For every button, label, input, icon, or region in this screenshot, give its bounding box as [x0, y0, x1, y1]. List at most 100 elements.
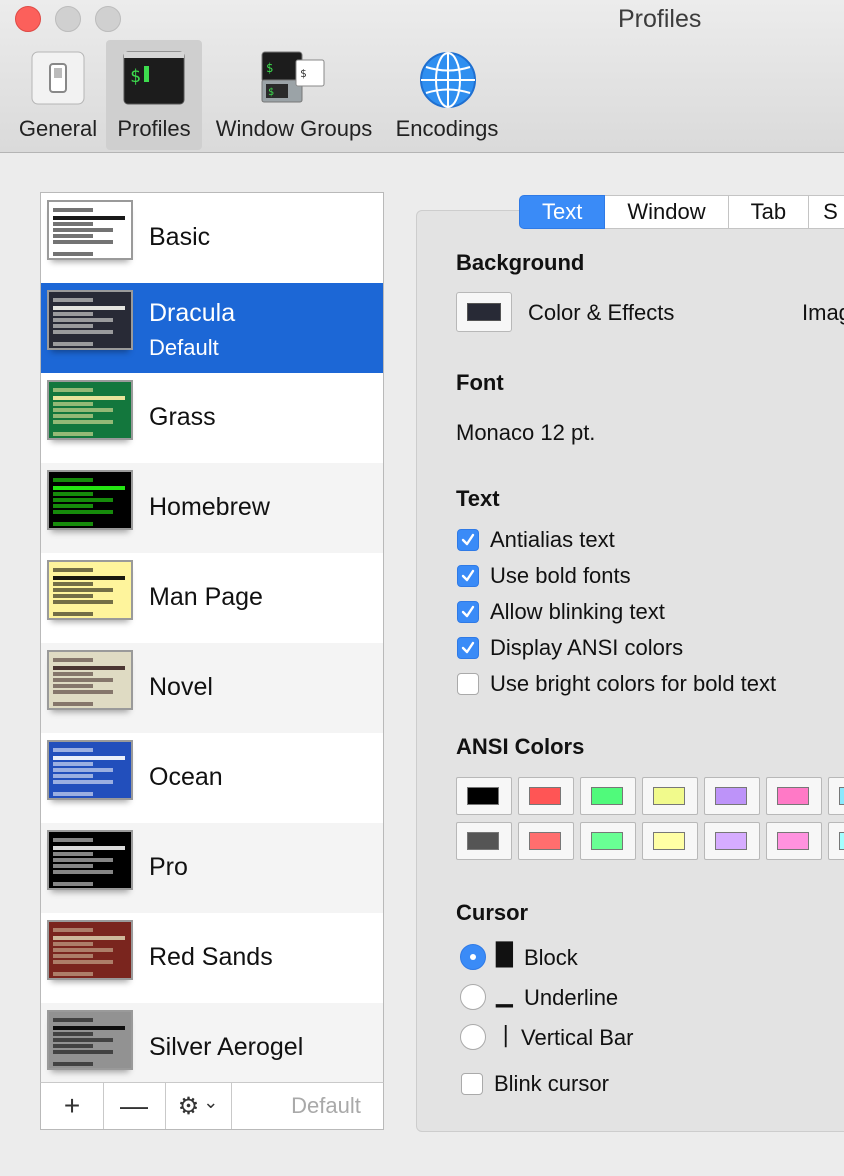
toolbar-window-groups[interactable]: $ $ $ Window Groups: [208, 40, 380, 150]
tab-shell[interactable]: S: [809, 195, 844, 229]
profile-row[interactable]: Homebrew: [41, 463, 383, 553]
text-option-label: Antialias text: [490, 527, 615, 552]
ansi-colors-heading: ANSI Colors: [456, 734, 585, 759]
profile-preview-thumbnail: [47, 920, 133, 980]
profile-preview-thumbnail: [47, 1010, 133, 1070]
profile-name: Red Sands: [149, 943, 273, 971]
profile-row[interactable]: Red Sands: [41, 913, 383, 1003]
profile-preview-thumbnail: [47, 200, 133, 260]
profile-row[interactable]: Man Page: [41, 553, 383, 643]
blink-cursor-checkbox[interactable]: [461, 1073, 483, 1095]
ansi-color-swatch: [839, 787, 844, 805]
profile-row[interactable]: Dracula Default: [41, 283, 383, 373]
toolbar-encodings[interactable]: Encodings: [388, 40, 506, 150]
cursor-style-radio[interactable]: [460, 1024, 486, 1050]
tab-window[interactable]: Window: [605, 195, 729, 229]
window-groups-icon: $ $ $: [261, 51, 325, 103]
cursor-style-preview-icon: █: [496, 943, 513, 968]
font-heading: Font: [456, 370, 504, 395]
profile-row[interactable]: Novel: [41, 643, 383, 733]
profile-name: Man Page: [149, 583, 263, 611]
cursor-style-label: Underline: [524, 985, 619, 1010]
profile-row[interactable]: Pro: [41, 823, 383, 913]
text-option-checkbox[interactable]: [457, 565, 479, 587]
profile-actions-button[interactable]: ⚙ ⌄: [165, 1083, 232, 1129]
ansi-color-swatch: [777, 787, 809, 805]
cursor-style-radio[interactable]: [460, 984, 486, 1010]
close-window-button[interactable]: [15, 6, 41, 32]
zoom-window-button[interactable]: [95, 6, 121, 32]
ansi-color-well-bright[interactable]: [456, 822, 512, 860]
ansi-color-swatch: [839, 832, 844, 850]
text-option-checkbox[interactable]: [457, 601, 479, 623]
ansi-color-well-bright[interactable]: [580, 822, 636, 860]
checkmark-icon: [461, 641, 475, 654]
ansi-color-well-normal[interactable]: [828, 777, 844, 815]
checkmark-icon: [461, 605, 475, 618]
text-option-label: Use bright colors for bold text: [490, 671, 777, 696]
minimize-window-button[interactable]: [55, 6, 81, 32]
ansi-color-swatch: [715, 832, 747, 850]
profile-row[interactable]: Grass: [41, 373, 383, 463]
tab-tab[interactable]: Tab: [728, 195, 810, 229]
text-option-label: Use bold fonts: [490, 563, 631, 588]
general-switch-icon: [31, 51, 85, 105]
profile-name: Dracula: [149, 299, 236, 327]
profile-name: Pro: [149, 853, 188, 881]
text-option-checkbox[interactable]: [457, 673, 479, 695]
ansi-color-well-bright[interactable]: [766, 822, 822, 860]
window-title: Profiles: [618, 5, 702, 33]
svg-text:$: $: [130, 66, 141, 87]
text-option-label: Display ANSI colors: [490, 635, 684, 660]
add-profile-button[interactable]: +: [41, 1083, 104, 1129]
blink-cursor-label: Blink cursor: [494, 1071, 609, 1096]
remove-profile-button[interactable]: —: [103, 1083, 166, 1129]
ansi-color-swatch: [529, 832, 561, 850]
text-option-checkbox[interactable]: [457, 529, 479, 551]
toolbar-encodings-label: Encodings: [395, 116, 499, 141]
ansi-color-well-normal[interactable]: [518, 777, 574, 815]
toolbar-profiles[interactable]: $ Profiles: [106, 40, 202, 150]
ansi-color-well-normal[interactable]: [766, 777, 822, 815]
ansi-color-well-bright[interactable]: [642, 822, 698, 860]
profile-row[interactable]: Ocean: [41, 733, 383, 823]
text-option-label: Allow blinking text: [490, 599, 665, 624]
profiles-list[interactable]: Basic Dracula Default Grass Homebrew Man Page…: [40, 192, 384, 1084]
ansi-color-well-bright[interactable]: [828, 822, 844, 860]
font-value: Monaco 12 pt.: [456, 420, 596, 445]
profiles-terminal-icon: $: [123, 51, 185, 105]
profile-name: Homebrew: [149, 493, 270, 521]
title-bar: Profiles General $ Profiles $ $ $ Window…: [0, 0, 844, 153]
chevron-down-icon: ⌄: [203, 1091, 219, 1112]
ansi-color-swatch: [715, 787, 747, 805]
ansi-color-well-normal[interactable]: [580, 777, 636, 815]
image-label: Imag: [802, 300, 844, 325]
gear-icon: ⚙: [177, 1092, 200, 1120]
toolbar-general[interactable]: General: [10, 40, 106, 150]
tab-text[interactable]: Text: [519, 195, 606, 229]
background-color-button[interactable]: [456, 292, 512, 332]
cursor-style-radio[interactable]: [460, 944, 486, 970]
profile-row[interactable]: Silver Aerogel: [41, 1003, 383, 1083]
set-default-button[interactable]: Default: [269, 1083, 383, 1129]
ansi-color-well-normal[interactable]: [642, 777, 698, 815]
profile-name: Silver Aerogel: [149, 1033, 304, 1061]
profile-settings-tabs: Text Window Tab S: [519, 195, 844, 229]
cursor-style-preview-icon: |: [502, 1023, 510, 1048]
cursor-style-label: Block: [524, 945, 578, 970]
profile-row[interactable]: Basic: [41, 193, 383, 283]
cursor-heading: Cursor: [456, 900, 529, 925]
ansi-color-swatch: [653, 787, 685, 805]
cursor-style-label: Vertical Bar: [521, 1025, 634, 1050]
ansi-color-well-bright[interactable]: [704, 822, 760, 860]
text-option-checkbox[interactable]: [457, 637, 479, 659]
profile-preview-thumbnail: [47, 290, 133, 350]
ansi-color-well-bright[interactable]: [518, 822, 574, 860]
ansi-color-well-normal[interactable]: [456, 777, 512, 815]
profiles-list-toolbar: + — ⚙ ⌄ Default: [40, 1082, 384, 1130]
background-color-swatch: [467, 303, 501, 321]
profile-preview-thumbnail: [47, 560, 133, 620]
ansi-color-swatch: [467, 832, 499, 850]
ansi-color-swatch: [777, 832, 809, 850]
ansi-color-well-normal[interactable]: [704, 777, 760, 815]
